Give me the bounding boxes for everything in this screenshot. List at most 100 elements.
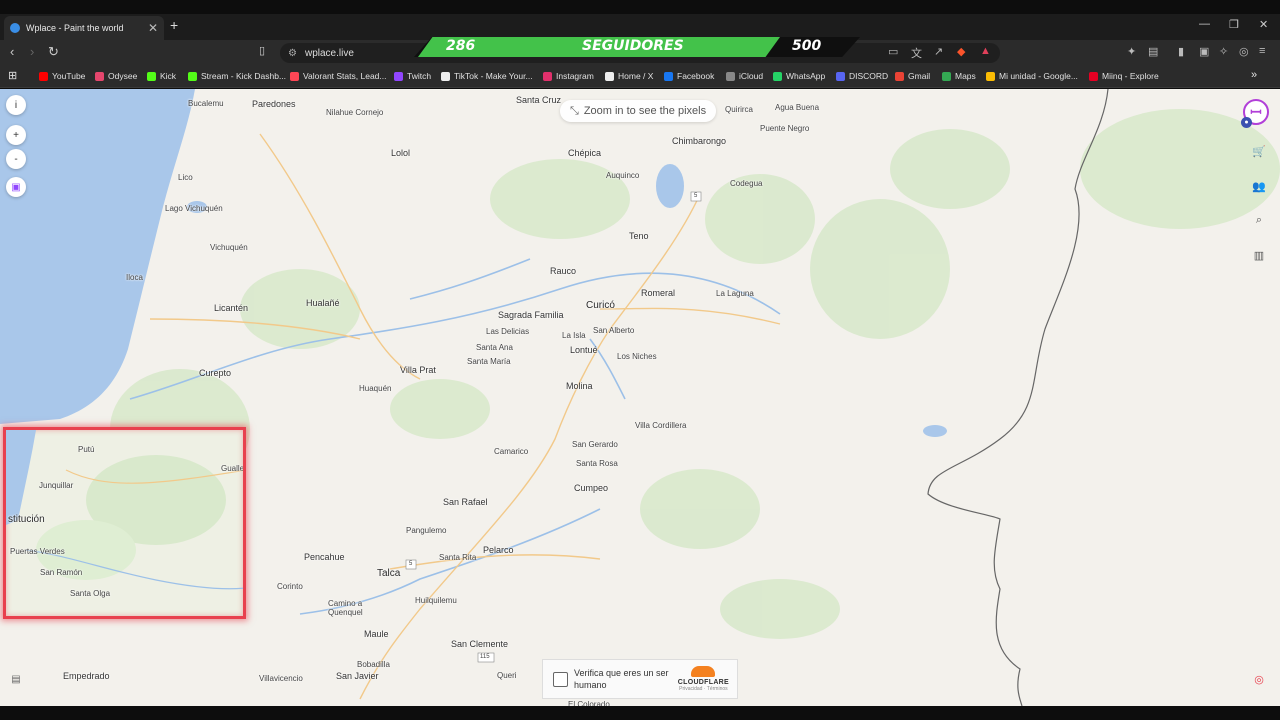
city-label: Santa Rosa bbox=[576, 459, 618, 468]
leo-icon[interactable]: ✧ bbox=[1219, 45, 1228, 58]
bookmark-item[interactable]: Stream - Kick Dashb... bbox=[188, 71, 286, 81]
captcha-legal[interactable]: Privacidad · Términos bbox=[678, 686, 729, 692]
city-label: Bobadilla bbox=[357, 660, 390, 669]
close-tab-icon[interactable]: ✕ bbox=[148, 21, 158, 35]
city-label: Lontué bbox=[570, 345, 598, 355]
locate-icon[interactable]: ◎ bbox=[1249, 669, 1269, 689]
more-bookmarks-icon[interactable]: » bbox=[1251, 69, 1257, 81]
sidebar-icon[interactable]: ▤ bbox=[1148, 45, 1158, 58]
city-label: Iloca bbox=[126, 273, 143, 282]
close-window-button[interactable]: ✕ bbox=[1259, 18, 1268, 31]
store-icon[interactable]: 🛒 bbox=[1249, 141, 1269, 161]
bookmark-item[interactable]: TikTok - Make Your... bbox=[441, 71, 533, 81]
brave-shield-icon[interactable]: ◆ bbox=[957, 45, 965, 58]
bookmark-item[interactable]: iCloud bbox=[726, 71, 763, 81]
bookmark-favicon-icon bbox=[147, 71, 156, 81]
bookmark-label: Mi unidad - Google... bbox=[999, 71, 1078, 81]
site-settings-icon[interactable]: ⚙ bbox=[288, 48, 297, 59]
bookmark-item[interactable]: Miinq - Explore bbox=[1089, 71, 1159, 81]
webcam-place-label: Putú bbox=[78, 445, 95, 454]
share-icon[interactable]: ↗ bbox=[934, 45, 943, 58]
city-label: Villa Cordillera bbox=[635, 421, 687, 430]
leaderboard-icon[interactable]: ▥ bbox=[1249, 245, 1269, 265]
bookmark-item[interactable]: Instagram bbox=[543, 71, 594, 81]
zoom-in-button[interactable]: + bbox=[6, 125, 26, 145]
bookmark-label: Facebook bbox=[677, 71, 715, 81]
bookmark-item[interactable]: Odysee bbox=[95, 71, 137, 81]
translate-icon[interactable]: 文 bbox=[911, 45, 922, 61]
extensions-icon[interactable]: ✦ bbox=[1127, 45, 1136, 58]
road-shield: 115 bbox=[480, 654, 490, 660]
webcam-place-label: Puertas Verdes bbox=[10, 547, 65, 556]
bookmark-favicon-icon bbox=[441, 71, 450, 81]
road-shield: 5 bbox=[694, 193, 698, 199]
city-label: Curicó bbox=[586, 300, 615, 311]
vegetation bbox=[110, 109, 1280, 639]
city-label: Quirirca bbox=[725, 105, 754, 114]
city-label: San Gerardo bbox=[572, 440, 618, 449]
follower-count: 286 bbox=[446, 38, 476, 54]
search-location-icon[interactable]: ⌕ bbox=[1249, 210, 1269, 230]
bottom-edge bbox=[0, 706, 1280, 720]
bookmark-label: Miinq - Explore bbox=[1102, 71, 1159, 81]
city-label: Talca bbox=[377, 568, 401, 579]
wallet-icon[interactable]: ▣ bbox=[1199, 45, 1209, 58]
city-label: San Rafael bbox=[443, 497, 488, 507]
city-label: Romeral bbox=[641, 288, 676, 298]
zoom-out-button[interactable]: - bbox=[6, 149, 26, 169]
user-avatar[interactable]: ꟷ ● bbox=[1241, 99, 1269, 128]
city-label: San Clemente bbox=[451, 639, 509, 649]
bookmark-label: Maps bbox=[955, 71, 976, 81]
bookmark-item[interactable]: WhatsApp bbox=[773, 71, 825, 81]
bookmark-label: TikTok - Make Your... bbox=[454, 71, 533, 81]
cloudflare-brand: CLOUDFLARE bbox=[677, 679, 729, 686]
bookmark-favicon-icon bbox=[664, 71, 673, 81]
cast-icon[interactable]: ▭ bbox=[888, 45, 898, 58]
forward-icon[interactable]: › bbox=[30, 44, 34, 59]
zoom-hint: ⤡ Zoom in to see the pixels bbox=[560, 100, 717, 122]
captcha-text: Verifica que eres un ser humano bbox=[574, 668, 669, 690]
city-label: Molina bbox=[566, 381, 593, 391]
city-label: Nilahue Cornejo bbox=[326, 108, 384, 117]
back-icon[interactable]: ‹ bbox=[10, 44, 14, 59]
bookmark-item[interactable]: Maps bbox=[942, 71, 976, 81]
reload-icon[interactable]: ↻ bbox=[48, 44, 59, 60]
bookmark-item[interactable]: Home / X bbox=[605, 71, 653, 81]
rewards-icon[interactable]: ▲ bbox=[980, 45, 991, 57]
twitch-button[interactable]: ▣ bbox=[6, 177, 26, 197]
new-tab-button[interactable]: + bbox=[170, 17, 178, 33]
layers-icon[interactable]: ▤ bbox=[6, 669, 26, 689]
city-label: Camino a bbox=[328, 599, 363, 608]
bookmark-item[interactable]: Facebook bbox=[664, 71, 714, 81]
avatar-glyph: ꟷ bbox=[1250, 103, 1262, 120]
minimize-button[interactable]: — bbox=[1199, 18, 1210, 30]
city-label: Auquinco bbox=[606, 171, 640, 180]
city-label: Los Niches bbox=[617, 352, 657, 361]
city-label: Chépica bbox=[568, 148, 602, 158]
city-label: San Javier bbox=[336, 671, 379, 681]
city-label: Santa Rita bbox=[439, 553, 477, 562]
maximize-button[interactable]: ❐ bbox=[1229, 18, 1239, 31]
follower-goal-overlay: 286 SEGUIDORES 500 bbox=[414, 37, 860, 57]
bookmark-item[interactable]: Valorant Stats, Lead... bbox=[290, 71, 386, 81]
bookmark-icon[interactable]: ▯ bbox=[259, 44, 265, 57]
bookmark-item[interactable]: YouTube bbox=[39, 71, 85, 81]
captcha-checkbox[interactable] bbox=[553, 671, 568, 687]
panel-icon[interactable]: ▮ bbox=[1178, 45, 1184, 58]
bookmark-item[interactable]: Twitch bbox=[394, 71, 431, 81]
city-label: San Alberto bbox=[593, 326, 635, 335]
bookmark-item[interactable]: Gmail bbox=[895, 71, 930, 81]
bookmark-label: Valorant Stats, Lead... bbox=[303, 71, 387, 81]
city-label: Villa Prat bbox=[400, 365, 436, 375]
city-label: Queri bbox=[497, 671, 517, 680]
vpn-icon[interactable]: ◎ bbox=[1239, 45, 1249, 58]
bookmark-favicon-icon bbox=[543, 71, 552, 81]
menu-icon[interactable]: ≡ bbox=[1259, 45, 1265, 57]
bookmark-item[interactable]: Kick bbox=[147, 71, 176, 81]
info-button[interactable]: i bbox=[6, 95, 26, 115]
bookmark-item[interactable]: Mi unidad - Google... bbox=[986, 71, 1078, 81]
alliance-icon[interactable]: 👥 bbox=[1249, 176, 1269, 196]
bookmark-item[interactable]: DISCORD bbox=[836, 71, 888, 81]
apps-icon[interactable]: ⊞ bbox=[8, 69, 17, 82]
tab-wplace[interactable]: Wplace - Paint the world ✕ bbox=[4, 16, 164, 40]
